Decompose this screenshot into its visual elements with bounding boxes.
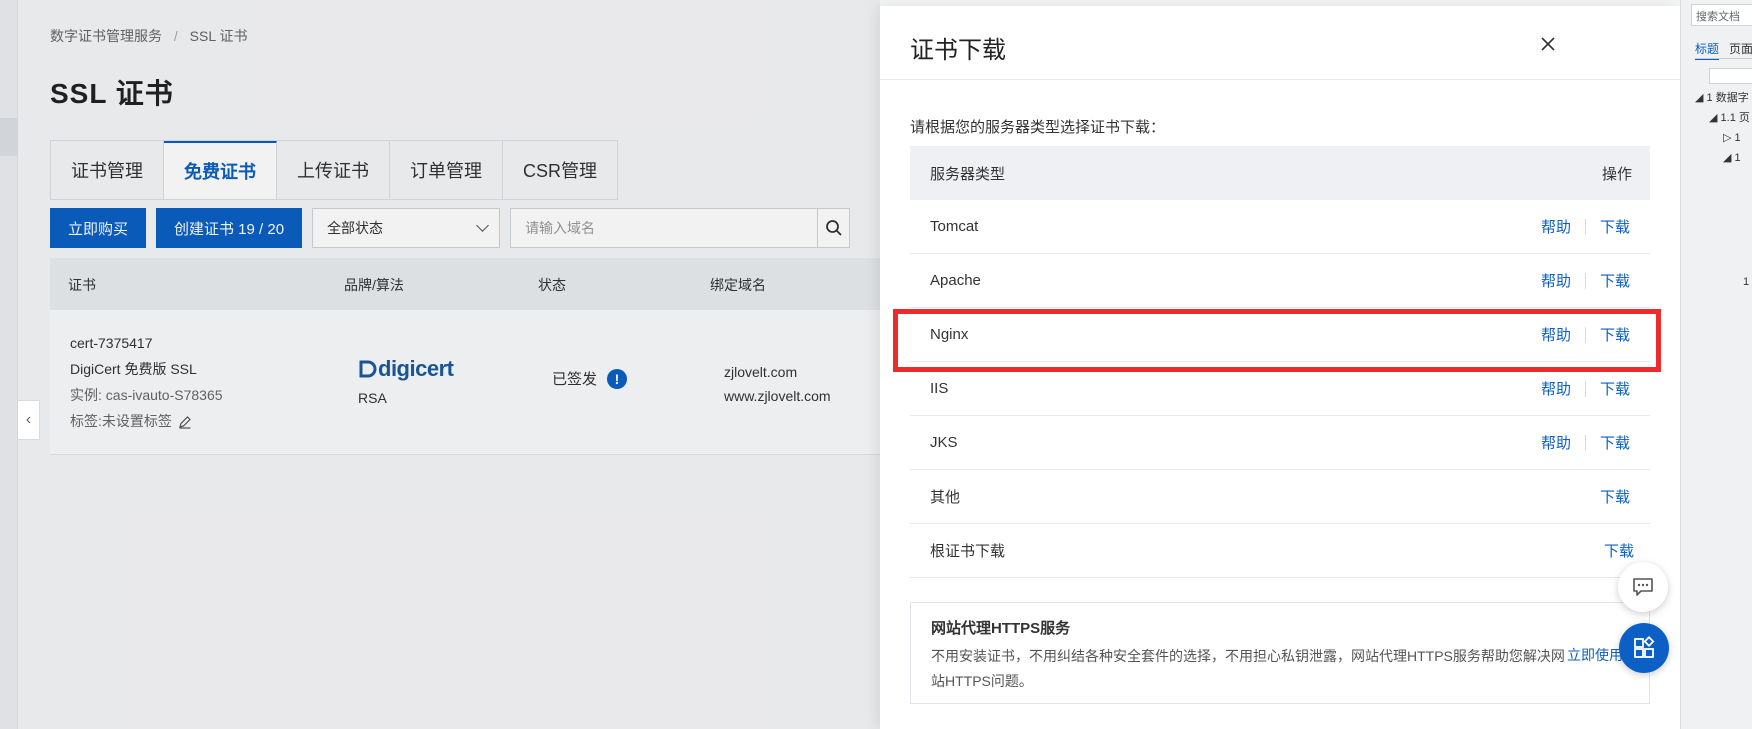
server-type-label: Tomcat: [930, 218, 979, 235]
outline-item[interactable]: ▷ 1: [1695, 128, 1750, 148]
server-type-label: JKS: [930, 434, 958, 451]
download-row-other: 其他 下载: [910, 470, 1650, 524]
chat-button[interactable]: [1618, 562, 1668, 612]
download-link[interactable]: 下载: [1600, 432, 1630, 453]
promo-title: 网站代理HTTPS服务: [931, 620, 1071, 637]
row-actions: 帮助 下载: [1541, 216, 1630, 237]
action-divider: [1584, 380, 1586, 397]
outline-item[interactable]: ◢ 1.1 页: [1695, 108, 1750, 128]
row-actions: 帮助 下载: [1541, 324, 1630, 345]
use-now-link[interactable]: 立即使用: [1567, 645, 1623, 665]
row-actions: 下载: [1600, 486, 1630, 507]
row-actions: 帮助 下载: [1541, 270, 1630, 291]
download-row-root-cert: 根证书下载 下载: [910, 524, 1650, 578]
outline-item[interactable]: ◢ 1 数据字: [1695, 88, 1750, 108]
download-link[interactable]: 下载: [1600, 324, 1630, 345]
https-proxy-promo: 网站代理HTTPS服务 不用安装证书，不用纠结各种安全套件的选择，不用担心私钥泄…: [910, 602, 1650, 704]
server-type-label: 其他: [930, 489, 961, 506]
apps-grid-icon: [1634, 636, 1655, 658]
header-server-type: 服务器类型: [930, 165, 1006, 183]
chevron-left-icon: ‹: [25, 411, 32, 428]
action-divider: [1584, 218, 1586, 235]
drawer-title: 证书下载: [910, 37, 1006, 64]
row-actions: 帮助 下载: [1541, 378, 1630, 399]
download-row-jks: JKS 帮助 下载: [910, 416, 1650, 470]
download-row-iis: IIS 帮助 下载: [910, 362, 1650, 416]
doc-outline-tree: ◢ 1 数据字 ◢ 1.1 页 ▷ 1 ◢ 1: [1695, 88, 1750, 168]
outline-number: 1: [1743, 276, 1750, 288]
action-divider: [1584, 272, 1586, 289]
doc-search-input[interactable]: 搜索文档: [1691, 4, 1752, 26]
download-link[interactable]: 下载: [1600, 216, 1630, 237]
promo-description: 不用安装证书，不用纠结各种安全套件的选择，不用担心私钥泄露，网站代理HTTPS服…: [931, 648, 1565, 689]
drawer-mask[interactable]: [0, 0, 880, 729]
download-link[interactable]: 下载: [1604, 540, 1634, 561]
server-type-label: Nginx: [930, 326, 969, 343]
apps-button[interactable]: [1619, 623, 1669, 673]
download-table: 服务器类型 操作 Tomcat 帮助 下载 Apache 帮助 下载 Nginx…: [910, 146, 1650, 578]
document-navigation-pane: 搜索文档 标题 页面 ◢ 1 数据字 ◢ 1.1 页 ▷ 1 ◢ 1 1: [1680, 0, 1752, 729]
doc-tabs: 标题 页面: [1695, 40, 1752, 60]
help-link[interactable]: 帮助: [1541, 270, 1571, 291]
help-link[interactable]: 帮助: [1541, 432, 1571, 453]
help-link[interactable]: 帮助: [1541, 324, 1571, 345]
action-divider: [1584, 434, 1586, 451]
action-divider: [1584, 326, 1586, 343]
download-row-tomcat: Tomcat 帮助 下载: [910, 200, 1650, 254]
download-row-nginx: Nginx 帮助 下载: [910, 308, 1650, 362]
doc-tab-pages[interactable]: 页面: [1729, 42, 1752, 56]
download-table-header: 服务器类型 操作: [910, 146, 1650, 200]
doc-filter-box[interactable]: [1709, 68, 1752, 84]
server-type-label: 根证书下载: [930, 543, 1006, 560]
server-type-label: Apache: [930, 272, 981, 289]
server-type-label: IIS: [930, 380, 949, 397]
header-action: 操作: [1601, 165, 1632, 183]
close-icon[interactable]: [1538, 34, 1558, 54]
row-actions: 帮助 下载: [1541, 432, 1630, 453]
download-instruction: 请根据您的服务器类型选择证书下载：: [910, 119, 1166, 136]
download-link[interactable]: 下载: [1600, 270, 1630, 291]
collapse-sidebar-button[interactable]: ‹: [18, 400, 40, 440]
chat-icon: [1633, 578, 1653, 596]
download-link[interactable]: 下载: [1600, 378, 1630, 399]
cert-download-drawer: 证书下载 请根据您的服务器类型选择证书下载： 服务器类型 操作 Tomcat 帮…: [880, 6, 1680, 729]
drawer-divider: [880, 79, 1680, 80]
outline-item[interactable]: ◢ 1: [1695, 148, 1750, 168]
download-link[interactable]: 下载: [1600, 486, 1630, 507]
doc-tab-underline: [1695, 58, 1752, 59]
help-link[interactable]: 帮助: [1541, 378, 1571, 399]
help-link[interactable]: 帮助: [1541, 216, 1571, 237]
download-row-apache: Apache 帮助 下载: [910, 254, 1650, 308]
row-actions: 下载: [1604, 540, 1634, 561]
